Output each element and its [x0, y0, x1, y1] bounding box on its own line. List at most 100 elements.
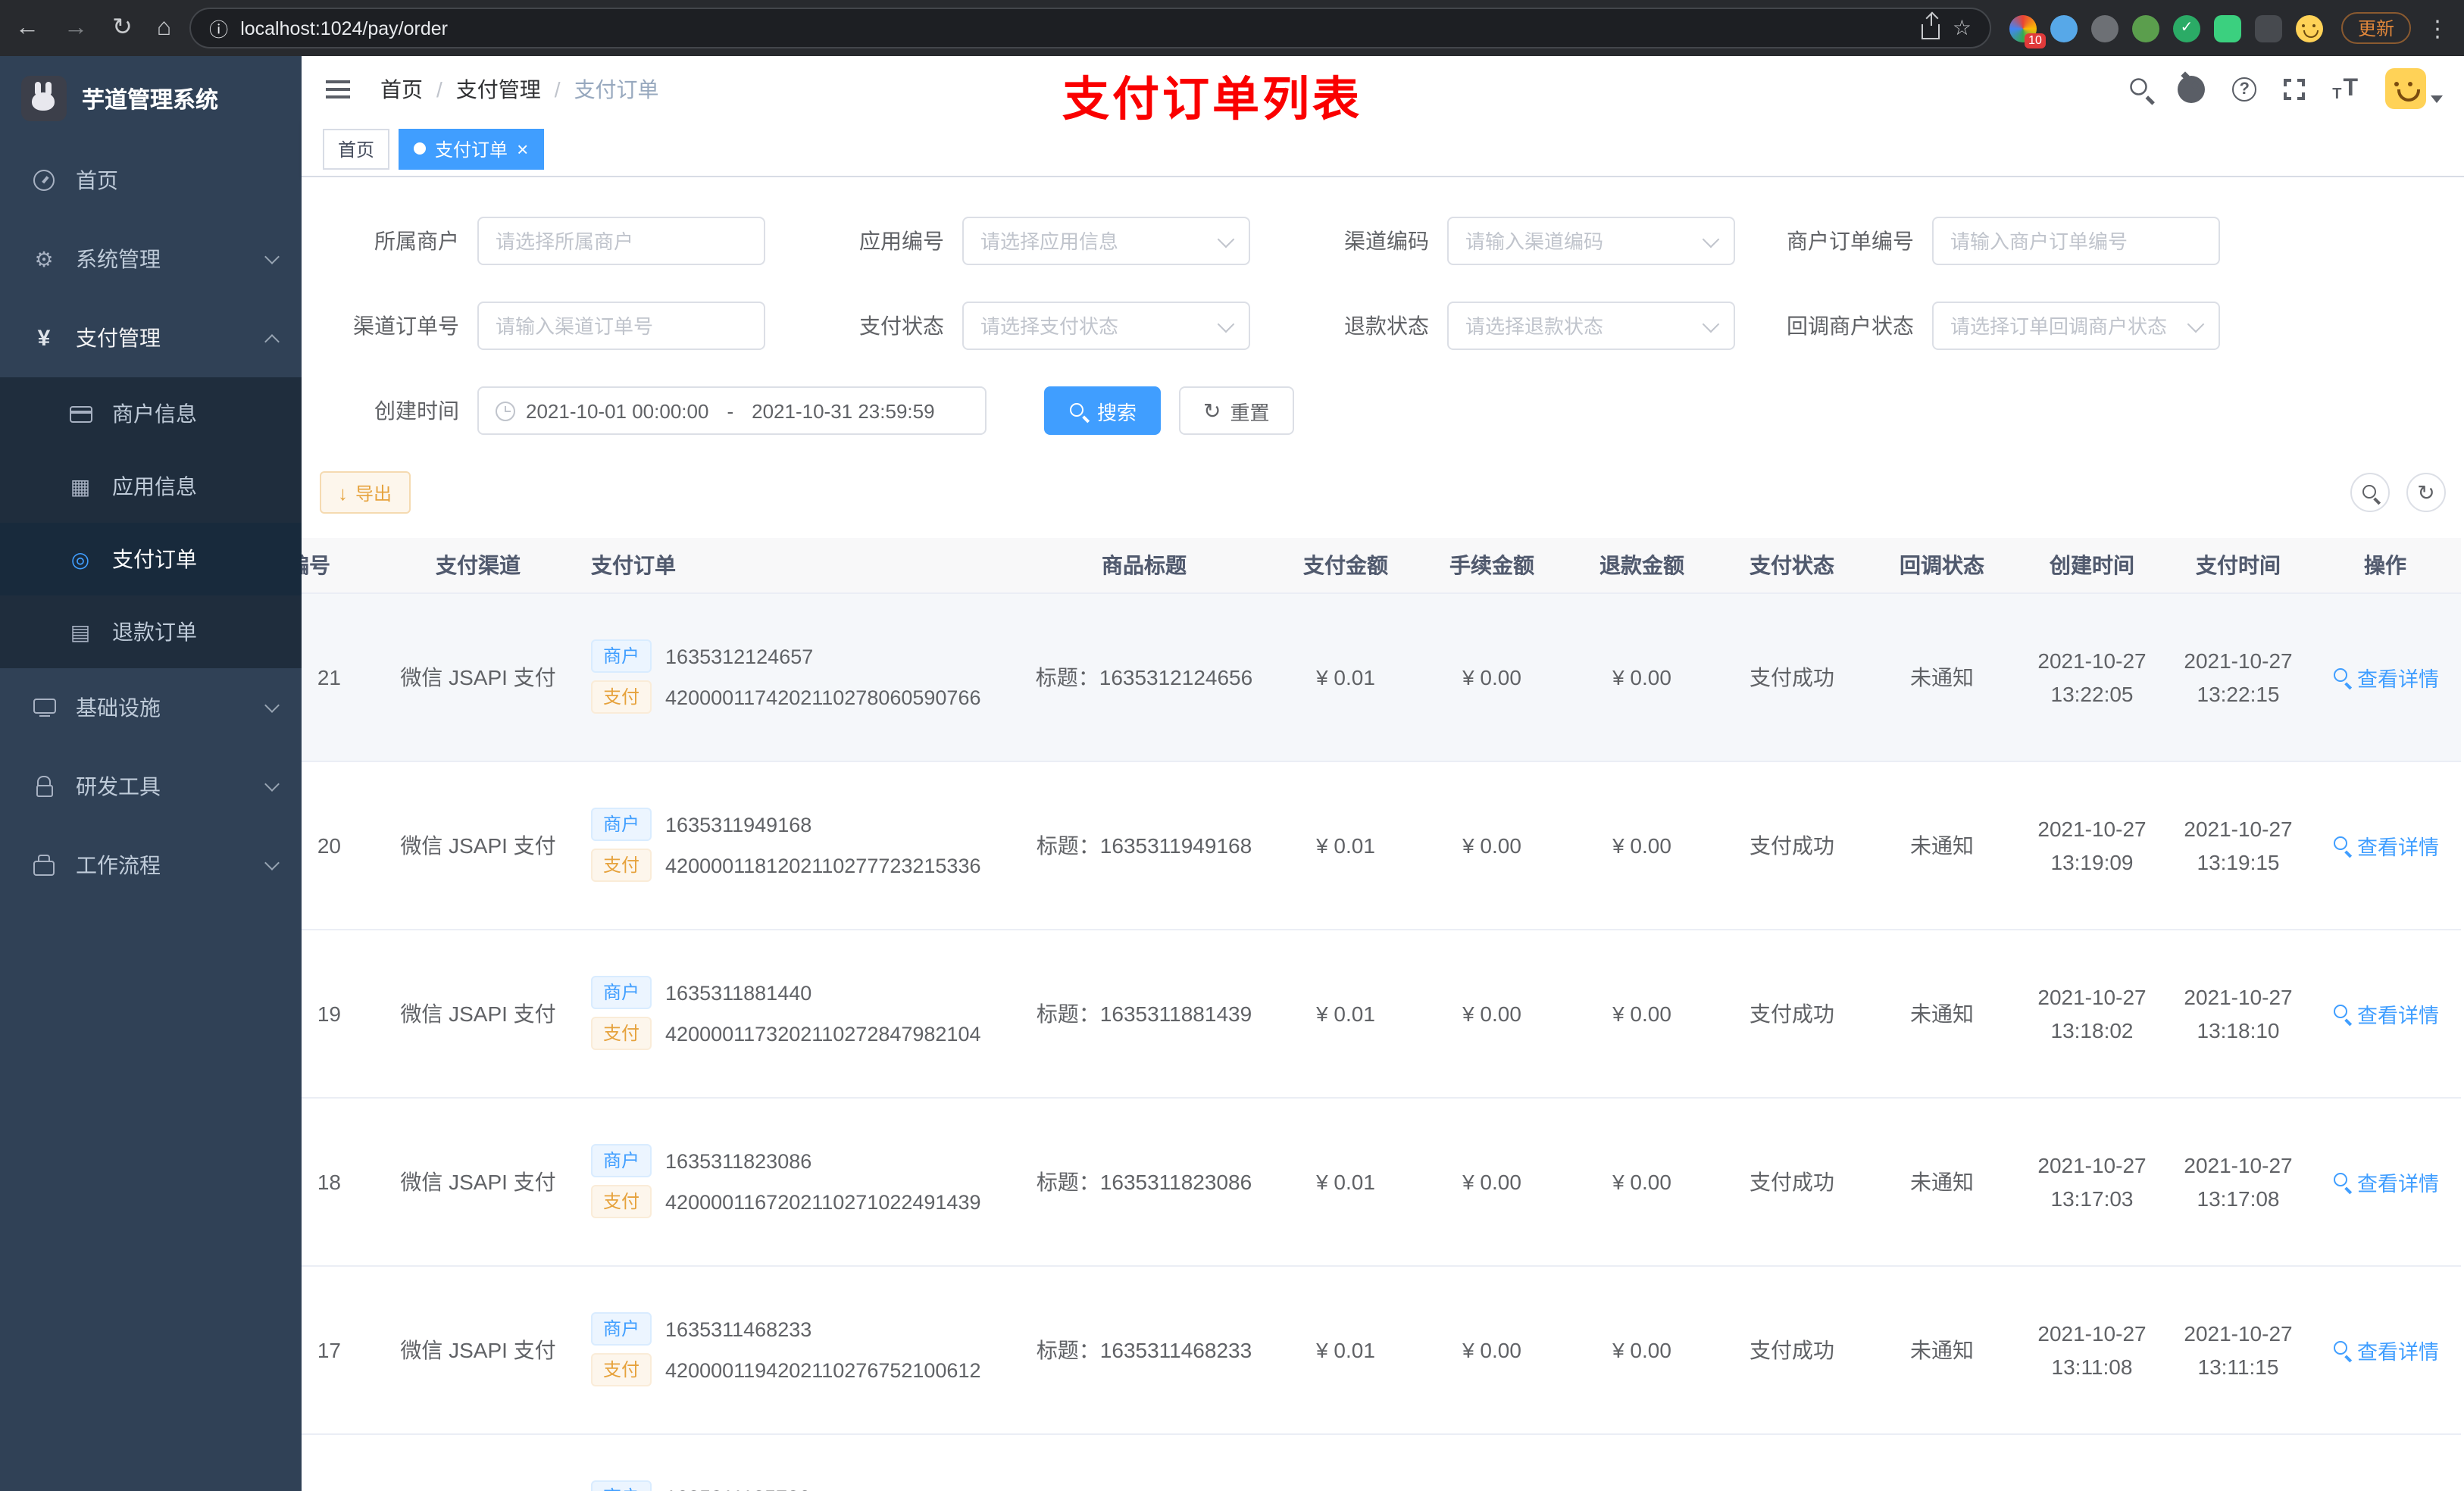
browser-menu-icon[interactable]: ⋮	[2426, 14, 2449, 42]
sidebar-item-workflow[interactable]: 工作流程	[0, 826, 302, 905]
notify-status-select[interactable]	[1950, 314, 2202, 337]
view-detail-link[interactable]: 查看详情	[2331, 1166, 2439, 1196]
create-time	[2017, 1433, 2167, 1491]
extension-icon[interactable]	[2050, 14, 2078, 42]
browser-toolbar: ← → ↻ ⌂ ⓘ localhost:1024/pay/order ☆ 10 …	[0, 0, 2464, 56]
emoji-extension-icon[interactable]	[2295, 14, 2323, 42]
product-title: 标题：1635311881439	[1014, 929, 1274, 1098]
export-button[interactable]: ↓ 导出	[320, 471, 411, 514]
sidebar-item-system[interactable]: ⚙ 系统管理	[0, 220, 302, 299]
sidebar-item-merchant-info[interactable]: 商户信息	[0, 377, 302, 450]
extension-icon[interactable]: 10	[2009, 14, 2046, 48]
pay-tag: 支付	[591, 1185, 652, 1218]
pay-channel: 微信 JSAPI 支付	[377, 1265, 579, 1434]
share-icon[interactable]	[1921, 14, 1940, 39]
url-text: localhost:1024/pay/order	[240, 17, 448, 39]
reset-button[interactable]: ↻ 重置	[1179, 386, 1294, 435]
pay-time: 2021-10-27 13:11:15	[2167, 1265, 2309, 1434]
help-icon[interactable]: ?	[2232, 77, 2257, 101]
pay-time: 2021-10-27 13:17:08	[2167, 1097, 2309, 1266]
view-detail-link[interactable]: 查看详情	[2331, 1334, 2439, 1364]
pay-channel: 微信 JSAPI 支付	[377, 592, 579, 761]
sidebar-item-refund-order[interactable]: ▤ 退款订单	[0, 595, 302, 668]
pay-time: 2021-10-27 13:19:15	[2167, 761, 2309, 930]
extension-icon[interactable]	[2213, 14, 2241, 42]
refresh-table-button[interactable]: ↻	[2406, 473, 2446, 512]
view-detail-link[interactable]: 查看详情	[2331, 661, 2439, 692]
col-header-channel: 支付渠道	[377, 538, 579, 593]
top-navbar: 首页 / 支付管理 / 支付订单 支付订单列表 ? TT	[302, 56, 2464, 126]
product-title: 标题：1635312124656	[1014, 592, 1274, 761]
extension-icon[interactable]	[2254, 14, 2282, 42]
extensions-cluster: 10 ✓	[2009, 14, 2323, 48]
extension-icon[interactable]	[2090, 14, 2118, 42]
app-logo[interactable]: 芋道管理系统	[0, 56, 302, 141]
pay-time: 2021-10-27 13:18:10	[2167, 929, 2309, 1098]
breadcrumb-current: 支付订单	[574, 77, 659, 101]
breadcrumb-payment[interactable]: 支付管理	[456, 73, 541, 104]
search-icon[interactable]	[2128, 77, 2153, 102]
extension-badge: 10	[2025, 33, 2046, 48]
extension-icon[interactable]: ✓	[2172, 14, 2200, 42]
search-button[interactable]: 搜索	[1044, 386, 1162, 435]
home-icon[interactable]: ⌂	[157, 15, 171, 40]
pay-amount	[1274, 1433, 1417, 1491]
channel-code-select[interactable]	[1465, 230, 1717, 252]
tab-pay-order[interactable]: 支付订单 ×	[399, 128, 544, 169]
col-header-pay-time: 支付时间	[2167, 538, 2309, 593]
url-bar[interactable]: ⓘ localhost:1024/pay/order ☆	[189, 8, 1991, 48]
search-icon	[2360, 483, 2380, 502]
lock-icon	[30, 777, 58, 796]
actions-cell: 查看详情	[2309, 929, 2461, 1098]
notify-status: 未通知	[1867, 1265, 2017, 1434]
magnifier-icon	[2331, 835, 2351, 855]
breadcrumb: 首页 / 支付管理 / 支付订单	[380, 73, 659, 104]
font-size-icon[interactable]: TT	[2332, 75, 2358, 102]
browser-update-button[interactable]: 更新	[2340, 12, 2411, 44]
sidebar-item-home[interactable]: 首页	[0, 141, 302, 220]
date-range-input[interactable]: 2021-10-01 00:00:00 - 2021-10-31 23:59:5…	[477, 386, 987, 435]
sidebar-item-pay-order[interactable]: ◎ 支付订单	[0, 523, 302, 595]
channel-pay-no: 4200001173202110272847982104	[665, 1022, 981, 1045]
sidebar-item-dev-tools[interactable]: 研发工具	[0, 747, 302, 826]
app-id-select[interactable]	[980, 230, 1232, 252]
extension-icon[interactable]	[2131, 14, 2159, 42]
merchant-input[interactable]	[496, 230, 747, 252]
refund-amount: ¥ 0.00	[1567, 761, 1717, 930]
pay-status-select[interactable]	[980, 314, 1232, 337]
tab-home[interactable]: 首页	[323, 128, 390, 169]
col-header-order: 支付订单	[579, 538, 1014, 593]
view-detail-link[interactable]: 查看详情	[2331, 998, 2439, 1028]
order-id: 19	[302, 929, 377, 1098]
site-info-icon[interactable]: ⓘ	[209, 14, 228, 42]
github-icon[interactable]	[2178, 75, 2206, 102]
hamburger-icon[interactable]	[326, 80, 350, 98]
date-start: 2021-10-01 00:00:00	[526, 399, 709, 422]
merchant-order-no-input[interactable]	[1950, 230, 2202, 252]
pay-tag: 支付	[591, 1353, 652, 1386]
view-detail-link[interactable]: 查看详情	[2331, 830, 2439, 860]
col-header-status: 支付状态	[1717, 538, 1867, 593]
sidebar-item-app-info[interactable]: ▦ 应用信息	[0, 450, 302, 523]
clock-icon	[496, 401, 515, 420]
user-menu[interactable]	[2385, 68, 2443, 109]
breadcrumb-home[interactable]: 首页	[380, 73, 423, 104]
sidebar-item-payment[interactable]: ¥ 支付管理	[0, 299, 302, 377]
back-icon[interactable]: ←	[15, 15, 39, 40]
order-id	[302, 1433, 377, 1491]
toggle-search-button[interactable]	[2350, 473, 2390, 512]
screen: ← → ↻ ⌂ ⓘ localhost:1024/pay/order ☆ 10 …	[0, 0, 2464, 1491]
refund-status-select[interactable]	[1465, 314, 1717, 337]
pay-amount: ¥ 0.01	[1274, 761, 1417, 930]
pay-channel: 微信 JSAPI 支付	[377, 761, 579, 930]
forward-icon[interactable]: →	[64, 15, 88, 40]
refund-amount	[1567, 1433, 1717, 1491]
bookmark-star-icon[interactable]: ☆	[1953, 15, 1972, 41]
channel-order-no-input[interactable]	[496, 314, 747, 337]
sidebar-item-infra[interactable]: 基础设施	[0, 668, 302, 747]
fee-amount: ¥ 0.00	[1417, 1265, 1567, 1434]
close-icon[interactable]: ×	[517, 139, 528, 158]
fullscreen-icon[interactable]	[2282, 77, 2307, 101]
refresh-icon[interactable]: ↻	[112, 15, 133, 40]
notify-status: 未通知	[1867, 761, 2017, 930]
